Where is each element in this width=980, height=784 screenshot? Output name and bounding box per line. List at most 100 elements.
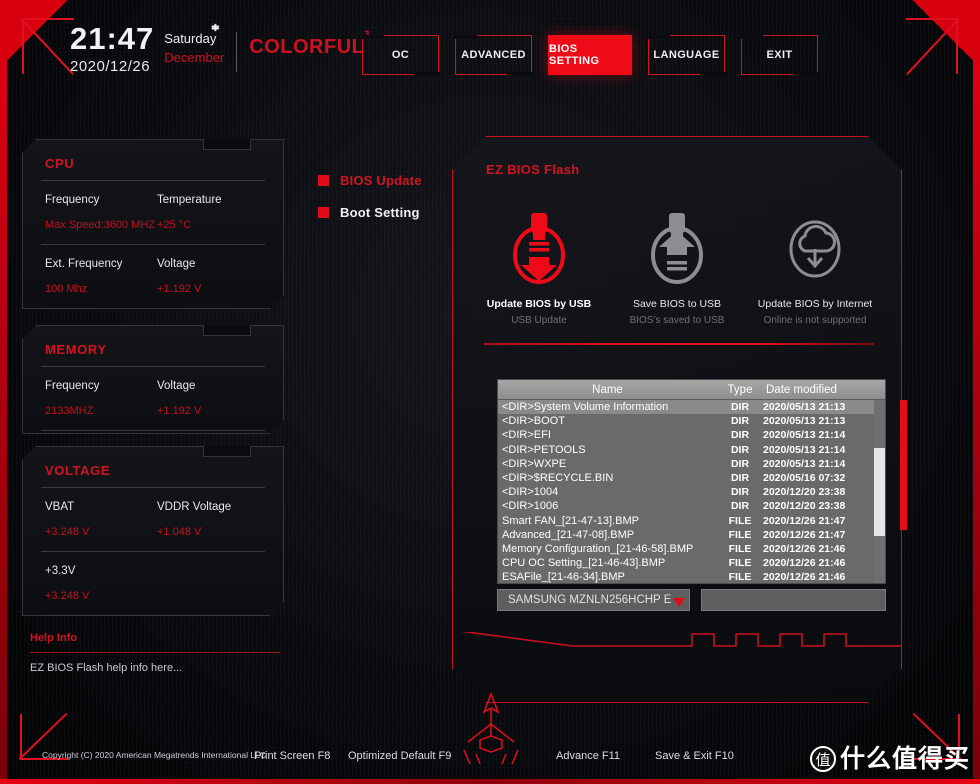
cpu-temperature-value: +25 °C bbox=[157, 219, 192, 231]
cpu-ext-frequency-col: Ext. Frequency 100 Mhz bbox=[45, 256, 157, 298]
file-type: DIR bbox=[730, 500, 750, 513]
scrollbar-thumb[interactable] bbox=[874, 448, 885, 536]
drive-selector-bar: SAMSUNG MZNLN256HCHP E bbox=[497, 589, 886, 611]
drive-path-field[interactable] bbox=[701, 589, 886, 611]
header-divider bbox=[236, 32, 238, 72]
divider bbox=[41, 308, 265, 309]
menu-item-boot-setting[interactable]: Boot Setting bbox=[318, 200, 422, 224]
panel-separator bbox=[484, 343, 874, 345]
frame-edge-left bbox=[0, 0, 7, 784]
rail-33v-label: +3.3V bbox=[45, 565, 76, 577]
drive-select[interactable]: SAMSUNG MZNLN256HCHP E bbox=[497, 589, 690, 611]
cpu-ext-frequency-label: Ext. Frequency bbox=[45, 258, 123, 270]
cpu-voltage-label: Voltage bbox=[157, 258, 196, 270]
file-date-modified: 2020/12/26 21:47 bbox=[763, 514, 846, 527]
file-date-modified: 2020/12/20 23:38 bbox=[763, 486, 846, 499]
file-row[interactable]: Advanced_[21-47-08].BMP FILE 2020/12/26 21… bbox=[498, 528, 885, 542]
file-row[interactable]: <DIR>PETOOLS DIR 2020/05/13 21:14 bbox=[498, 443, 885, 457]
tab-exit[interactable]: EXIT bbox=[740, 34, 819, 76]
column-header-date: Date modified bbox=[766, 383, 837, 396]
file-date-modified: 2020/05/13 21:13 bbox=[763, 415, 846, 428]
file-type: FILE bbox=[728, 571, 752, 584]
file-date-modified: 2020/12/26 21:47 bbox=[763, 528, 846, 541]
file-date-modified: 2020/12/26 21:46 bbox=[763, 557, 846, 570]
cpu-row-2: Ext. Frequency 100 Mhz Voltage +1.192 V bbox=[23, 245, 283, 308]
clock-time: 21:47 bbox=[70, 21, 155, 56]
tab-bios-setting[interactable]: BIOS SETTING bbox=[548, 35, 632, 75]
vbat-label: VBAT bbox=[45, 501, 75, 513]
file-row[interactable]: Memory Configuration_[21-46-58].BMP FILE 2… bbox=[498, 542, 885, 556]
fkey-optimized-default[interactable]: Optimized Default F9 bbox=[348, 750, 451, 762]
file-name: <DIR>1006 bbox=[502, 500, 559, 513]
file-row[interactable]: <DIR>WXPE DIR 2020/05/13 21:14 bbox=[498, 457, 885, 471]
file-row[interactable]: CPU OC Setting_[21-46-43].BMP FILE 2020/12… bbox=[498, 556, 885, 570]
file-row[interactable]: <DIR>System Volume Information DIR 2020/05… bbox=[498, 400, 885, 415]
file-name: <DIR>WXPE bbox=[502, 457, 567, 470]
file-name: CPU OC Setting_[21-46-43].BMP bbox=[502, 557, 666, 570]
file-name: <DIR>System Volume Information bbox=[502, 401, 669, 414]
rail-33v-value: +3.248 V bbox=[45, 590, 90, 602]
action-cloud-download[interactable]: Update BIOS by Internet Online is not sup… bbox=[746, 208, 884, 326]
tab-advanced[interactable]: ADVANCED bbox=[454, 34, 533, 76]
chevron-down-icon[interactable] bbox=[673, 598, 685, 607]
copyright-text: Copyright (C) 2020 American Megatrends I… bbox=[42, 750, 266, 760]
card-notch bbox=[203, 446, 251, 457]
file-row[interactable]: <DIR>$RECYCLE.BIN DIR 2020/05/16 07:32 bbox=[498, 471, 885, 485]
voltage-row-1: VBAT +3.248 V VDDR Voltage +1.048 V bbox=[23, 488, 283, 551]
cpu-frequency-label: Frequency bbox=[45, 194, 100, 206]
fkey-save-exit[interactable]: Save & Exit F10 bbox=[655, 750, 734, 762]
file-browser[interactable]: Name Type Date modified <DIR>System Volu… bbox=[497, 379, 886, 584]
file-type: DIR bbox=[730, 472, 750, 485]
cpu-info-card: CPU Frequency Max Speed:3600 MHZ Tempera… bbox=[22, 139, 284, 309]
file-name: <DIR>BOOT bbox=[502, 415, 565, 428]
bios-screen: 21:47 2020/12/26 Saturday December COLOR… bbox=[0, 0, 980, 784]
file-row[interactable]: <DIR>1006 DIR 2020/12/20 23:38 bbox=[498, 499, 885, 513]
action-label: Update BIOS by Internet bbox=[757, 298, 873, 310]
file-date-modified: 2020/12/26 21:46 bbox=[763, 571, 846, 584]
flash-actions: Update BIOS by USB USB Update Save BIOS t… bbox=[470, 208, 884, 326]
memory-info-card: MEMORY Frequency 2133MHZ Voltage +1.192 … bbox=[22, 325, 284, 434]
file-name: Memory Configuration_[21-46-58].BMP bbox=[502, 542, 694, 555]
voltage-row-2: +3.3V +3.248 V bbox=[23, 552, 283, 615]
panel-accent-bar bbox=[900, 400, 907, 530]
gear-icon bbox=[208, 21, 221, 37]
card-zigzag-decor bbox=[45, 618, 283, 630]
menu-item-label: Boot Setting bbox=[340, 204, 420, 220]
usb-download-icon bbox=[507, 208, 571, 286]
file-name: <DIR>1004 bbox=[502, 486, 559, 499]
tab-oc[interactable]: OC bbox=[361, 34, 440, 76]
menu-bullet-icon bbox=[318, 206, 329, 218]
tab-language[interactable]: LANGUAGE bbox=[647, 34, 726, 76]
fkey-print-screen[interactable]: Print Screen F8 bbox=[254, 750, 330, 762]
divider bbox=[41, 615, 265, 616]
menu-item-bios-update[interactable]: BIOS Update bbox=[318, 168, 422, 192]
action-label: Save BIOS to USB bbox=[632, 298, 722, 310]
fkey-advance[interactable]: Advance F11 bbox=[556, 750, 620, 762]
clock-date: 2020/12/26 bbox=[70, 58, 151, 75]
action-usb-upload[interactable]: Save BIOS to USB BIOS’s saved to USB bbox=[608, 208, 746, 326]
file-row[interactable]: <DIR>BOOT DIR 2020/05/13 21:13 bbox=[498, 414, 885, 428]
file-date-modified: 2020/05/16 07:32 bbox=[763, 472, 846, 485]
file-row[interactable]: <DIR>1004 DIR 2020/12/20 23:38 bbox=[498, 485, 885, 499]
file-type: DIR bbox=[730, 486, 750, 499]
file-row[interactable]: <DIR>EFI DIR 2020/05/13 21:14 bbox=[498, 428, 885, 442]
file-date-modified: 2020/05/13 21:14 bbox=[763, 457, 846, 470]
file-name: ESAFile_[21-46-34].BMP bbox=[502, 571, 625, 584]
cpu-voltage-col: Voltage +1.192 V bbox=[157, 256, 269, 298]
file-row[interactable]: Smart FAN_[21-47-13].BMP FILE 2020/12/26 2… bbox=[498, 514, 885, 528]
vddr-col: VDDR Voltage +1.048 V bbox=[157, 499, 269, 541]
vddr-value: +1.048 V bbox=[157, 526, 202, 538]
action-usb-download[interactable]: Update BIOS by USB USB Update bbox=[470, 208, 608, 326]
file-row[interactable]: ESAFile_[21-46-34].BMP FILE 2020/12/26 21:… bbox=[498, 570, 885, 584]
action-sublabel: BIOS’s saved to USB bbox=[629, 315, 725, 326]
file-type: DIR bbox=[730, 457, 750, 470]
watermark-text: 什么值得买 bbox=[839, 744, 970, 773]
action-sublabel: Online is not supported bbox=[763, 315, 867, 326]
file-list-scrollbar[interactable] bbox=[874, 400, 885, 583]
memory-frequency-value: 2133MHZ bbox=[45, 405, 94, 417]
file-type: FILE bbox=[728, 542, 752, 555]
help-info-divider bbox=[30, 652, 280, 653]
section-menu: BIOS Update Boot Setting bbox=[318, 168, 422, 232]
brand-name: COLORFUL bbox=[249, 36, 365, 58]
main-tabbar: OC ADVANCED BIOS SETTING LANGUAGE EXIT bbox=[361, 34, 819, 76]
